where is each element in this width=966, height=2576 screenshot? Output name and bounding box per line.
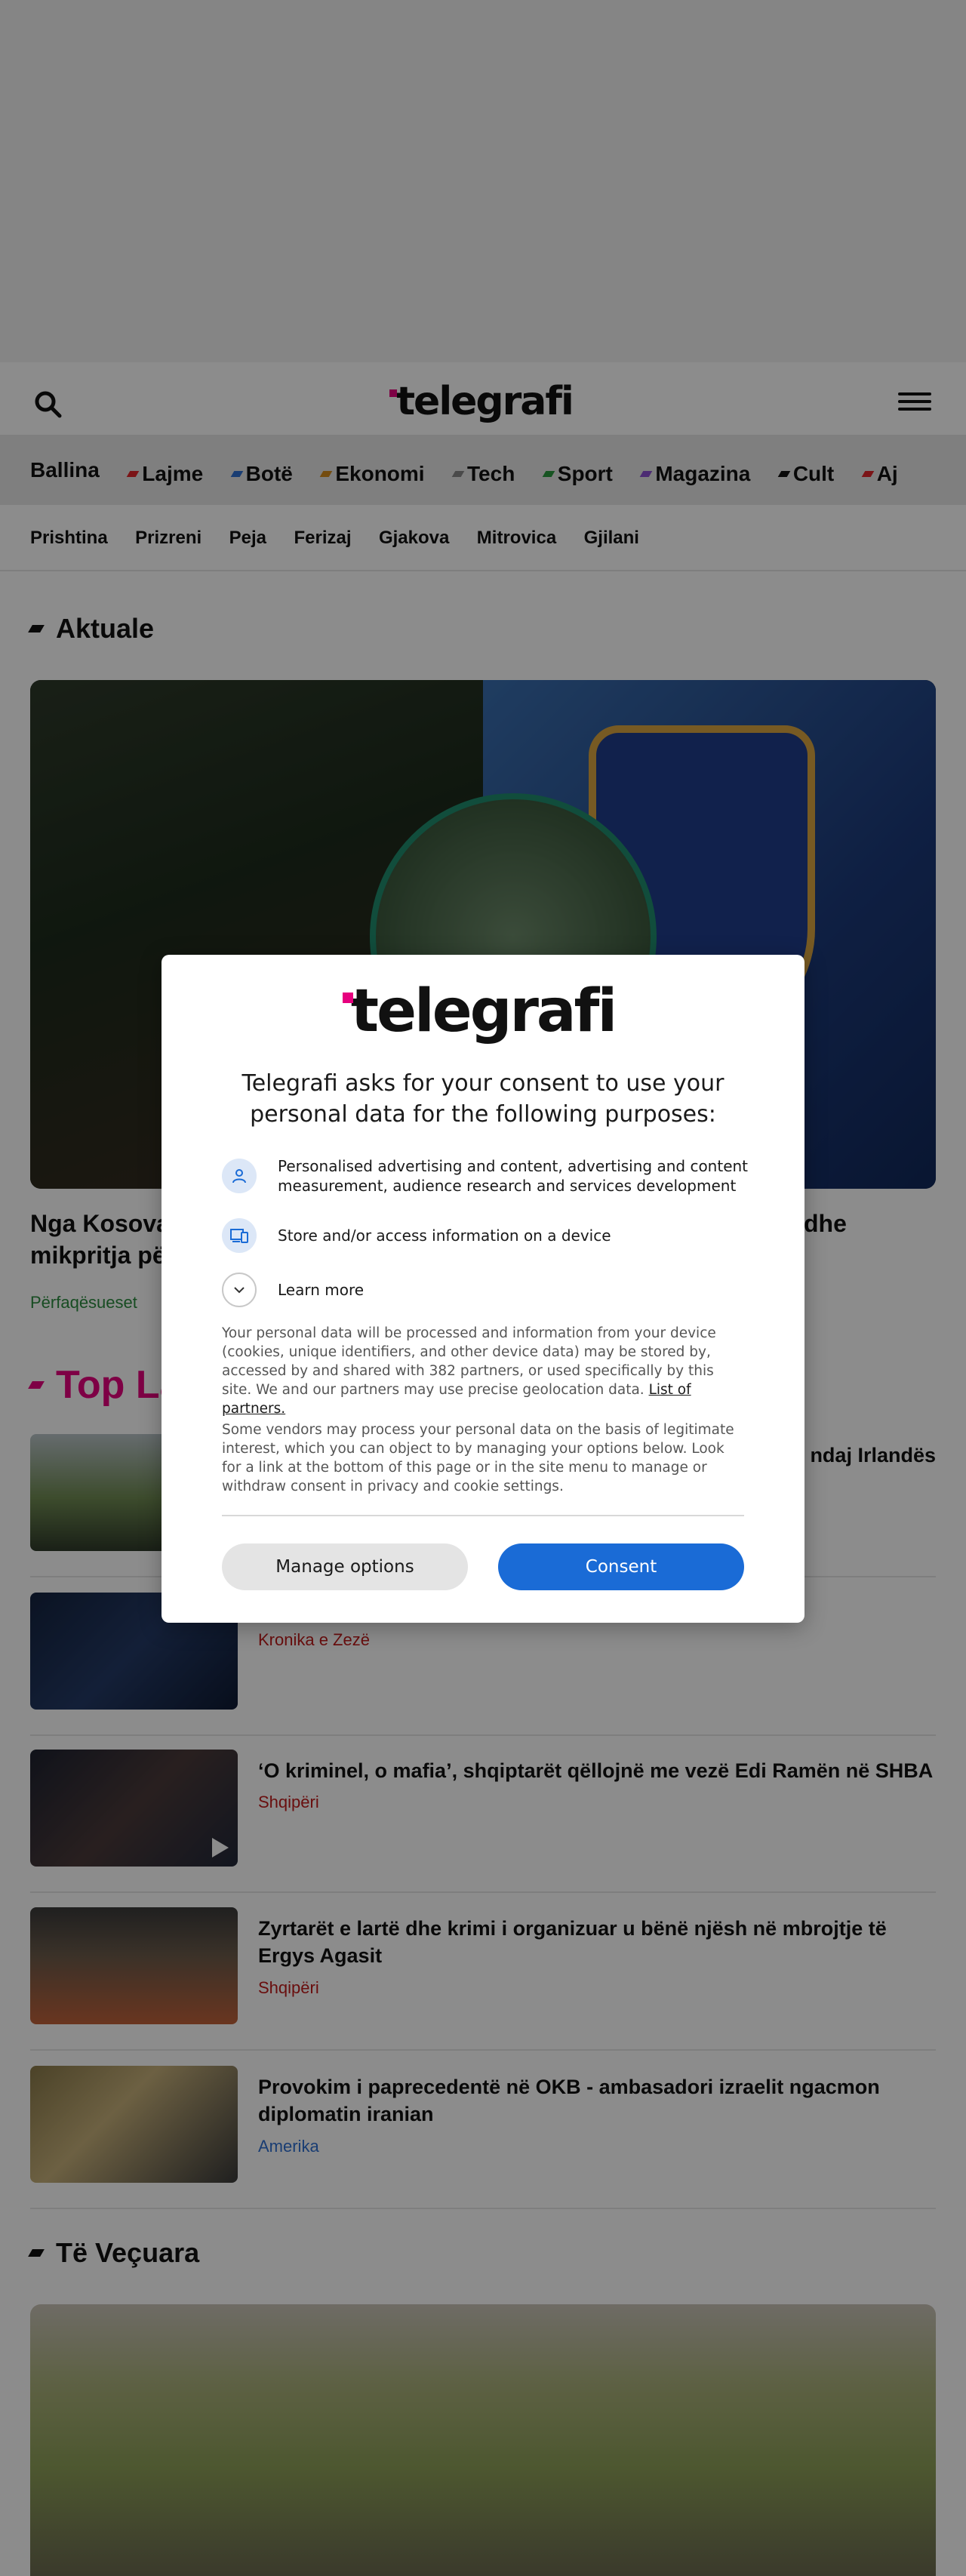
purpose-personalised-ads: Personalised advertising and content, ad… [222,1156,750,1196]
legitimate-interest-note: Some vendors may process your personal d… [222,1422,734,1494]
logo-text: telegrafi [350,977,617,1045]
consent-description: Your personal data will be processed and… [222,1324,744,1418]
consent-description-text: Your personal data will be processed and… [222,1325,716,1398]
purpose-store-access: Store and/or access information on a dev… [222,1218,750,1253]
manage-options-button[interactable]: Manage options [222,1543,468,1590]
divider [222,1515,744,1516]
consent-heading: Telegrafi asks for your consent to use y… [242,1070,724,1128]
devices-icon [222,1218,257,1253]
consent-button[interactable]: Consent [498,1543,744,1590]
consent-logo: telegrafi [343,977,619,1045]
chevron-down-icon [222,1273,257,1307]
learn-more-toggle[interactable]: Learn more [222,1273,750,1307]
learn-more-label: Learn more [278,1281,365,1299]
consent-dialog: telegrafi Telegrafi asks for your consen… [162,955,804,1623]
logo-accent-mark [343,993,353,1003]
purpose-text: Personalised advertising and content, ad… [278,1157,749,1195]
person-icon [222,1159,257,1193]
purpose-text: Store and/or access information on a dev… [278,1226,611,1245]
